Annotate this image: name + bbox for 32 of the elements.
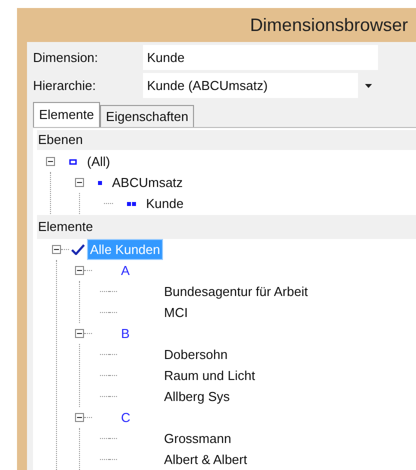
tree-item[interactable]: B <box>118 323 133 344</box>
collapse-icon[interactable] <box>46 157 55 166</box>
tree-item[interactable]: ABCUmsatz <box>112 172 183 192</box>
section-header: Elemente <box>37 215 416 239</box>
tree-item[interactable]: A <box>118 260 133 281</box>
tab[interactable]: Eigenschaften <box>100 105 194 127</box>
tab[interactable]: Elemente <box>33 102 100 127</box>
tree-item[interactable]: Kunde <box>146 194 184 214</box>
window-title: Dimensionsbrowser <box>250 14 408 36</box>
tree-item[interactable]: C <box>118 407 134 428</box>
level-icon <box>98 180 102 184</box>
tree-item[interactable]: Albert & Albert <box>161 449 250 470</box>
tree-item[interactable]: Dobersohn <box>161 344 231 365</box>
input-field[interactable]: Kunde <box>143 45 378 70</box>
collapse-icon[interactable] <box>75 266 84 275</box>
field-label: Hierarchie: <box>33 76 97 95</box>
tree-item[interactable]: MCI <box>161 302 191 323</box>
collapse-icon[interactable] <box>52 245 61 254</box>
tree-item[interactable]: Raum und Licht <box>161 365 258 386</box>
tree-item[interactable]: Allberg Sys <box>161 386 233 407</box>
collapse-icon[interactable] <box>75 413 84 422</box>
caret-icon <box>364 84 372 88</box>
tree-item[interactable]: Bundesagentur für Arbeit <box>161 281 311 302</box>
field-label: Dimension: <box>33 48 100 67</box>
tree-item[interactable]: (All) <box>87 152 110 172</box>
section-header: Ebenen <box>37 130 416 150</box>
collapse-icon[interactable] <box>75 178 84 187</box>
dropdown[interactable]: Kunde (ABCUmsatz) <box>143 73 378 98</box>
level-icon <box>127 202 136 206</box>
level-icon <box>69 158 77 164</box>
collapse-icon[interactable] <box>75 329 84 338</box>
tree-item[interactable]: Grossmann <box>161 428 234 449</box>
